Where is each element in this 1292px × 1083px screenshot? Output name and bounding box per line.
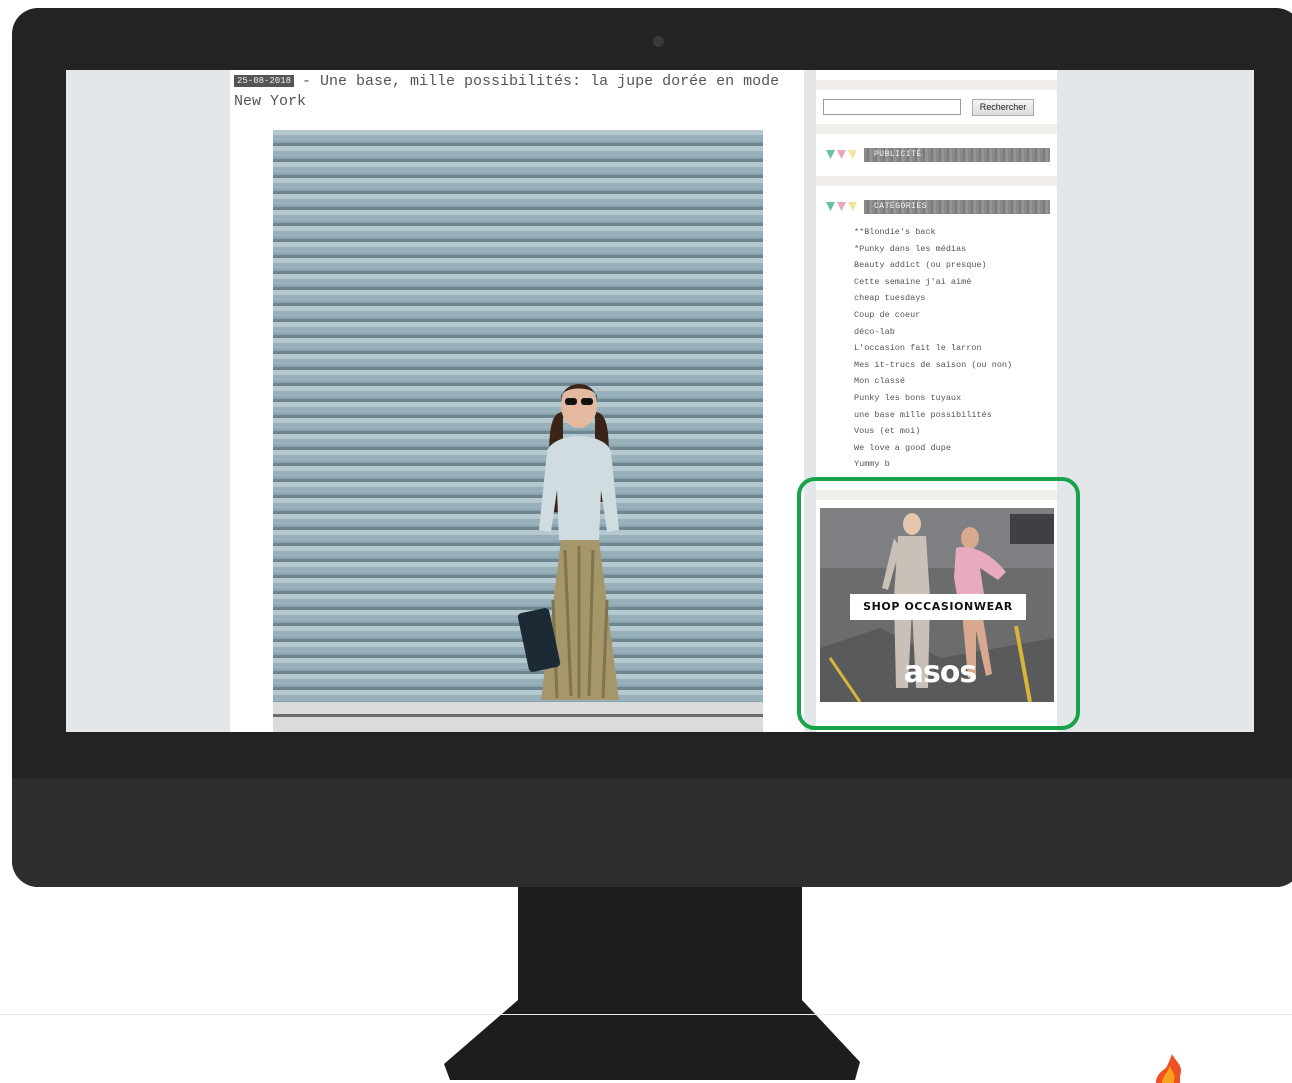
triangle-bunting-icon: [826, 150, 857, 159]
post-photo[interactable]: [273, 130, 763, 732]
category-link[interactable]: We love a good dupe: [854, 440, 1054, 457]
highlight-ring: [797, 477, 1080, 730]
post-title[interactable]: 25-08-2018- Une base, mille possibilités…: [234, 72, 804, 112]
floor-line: [0, 1014, 1292, 1015]
post-date-badge: 25-08-2018: [234, 75, 295, 87]
ad-widget-header: PUBLICITÉ: [826, 148, 1050, 162]
search-button[interactable]: Rechercher: [972, 99, 1034, 116]
categories-widget-header: CATÉGORIES: [826, 200, 1050, 214]
category-link[interactable]: une base mille possibilités: [854, 407, 1054, 424]
category-link[interactable]: Cette semaine j'ai aimé: [854, 274, 1054, 291]
search-input[interactable]: [823, 99, 961, 115]
categories-widget-title: CATÉGORIES: [864, 200, 1050, 214]
flame-logo-icon: [1156, 1054, 1182, 1083]
category-link[interactable]: Yummy b: [854, 456, 1054, 473]
category-link[interactable]: L'occasion fait le larron: [854, 340, 1054, 357]
category-link[interactable]: cheap tuesdays: [854, 290, 1054, 307]
category-link[interactable]: Mon classé: [854, 373, 1054, 390]
ad-widget: PUBLICITÉ: [816, 134, 1057, 176]
triangle-bunting-icon: [826, 202, 857, 211]
category-link[interactable]: Vous (et moi): [854, 423, 1054, 440]
blog-main-column: 25-08-2018- Une base, mille possibilités…: [230, 70, 804, 732]
category-link[interactable]: *Punky dans les médias: [854, 241, 1054, 258]
ad-widget-title: PUBLICITÉ: [864, 148, 1050, 162]
categories-list: **Blondie's back *Punky dans les médias …: [854, 224, 1054, 473]
sidebar-box-top: [816, 70, 1057, 80]
category-link[interactable]: Punky les bons tuyaux: [854, 390, 1054, 407]
category-link[interactable]: Beauty addict (ou presque): [854, 257, 1054, 274]
category-link[interactable]: Coup de coeur: [854, 307, 1054, 324]
category-link[interactable]: **Blondie's back: [854, 224, 1054, 241]
category-link[interactable]: déco-lab: [854, 324, 1054, 341]
category-link[interactable]: Mes it-trucs de saison (ou non): [854, 357, 1054, 374]
post-title-text[interactable]: - Une base, mille possibilités: la jupe …: [234, 73, 779, 110]
search-widget: Rechercher: [816, 90, 1057, 124]
